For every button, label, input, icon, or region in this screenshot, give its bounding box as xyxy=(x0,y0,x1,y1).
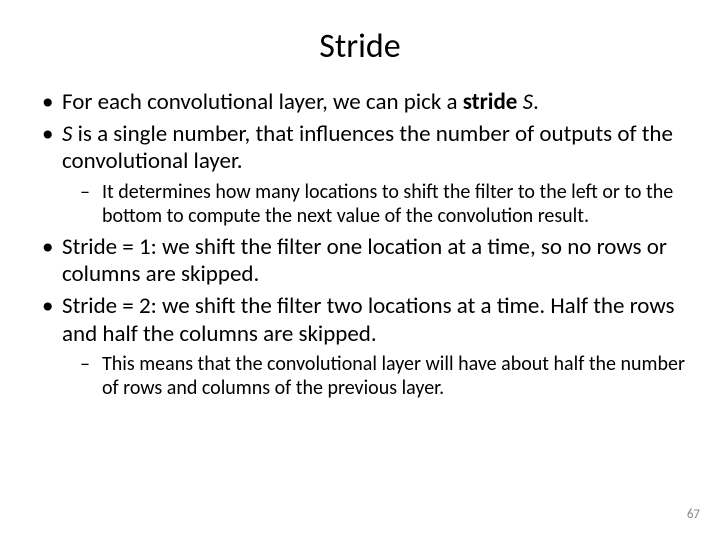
bullet-2-sub-1: It determines how many locations to shif… xyxy=(102,180,690,228)
bullet-4-sub-1: This means that the convolutional layer … xyxy=(102,352,690,400)
bullet-list: For each convolutional layer, we can pic… xyxy=(30,89,690,400)
slide-title: Stride xyxy=(30,26,690,67)
bullet-4-text: Stride = 2: we shift the filter two loca… xyxy=(62,292,675,348)
bullet-1-bold: stride xyxy=(463,88,518,116)
slide: Stride For each convolutional layer, we … xyxy=(0,0,720,540)
bullet-1: For each convolutional layer, we can pic… xyxy=(62,89,690,117)
bullet-2-text: is a single number, that influences the … xyxy=(62,120,673,176)
bullet-1-text-post: . xyxy=(533,88,539,116)
bullet-4: Stride = 2: we shift the filter two loca… xyxy=(62,293,690,400)
bullet-2-sublist: It determines how many locations to shif… xyxy=(62,180,690,228)
bullet-4-sublist: This means that the convolutional layer … xyxy=(62,352,690,400)
bullet-1-text-pre: For each convolutional layer, we can pic… xyxy=(62,88,463,116)
bullet-2-italic: S xyxy=(62,120,72,148)
page-number: 67 xyxy=(687,507,700,522)
bullet-2: S is a single number, that influences th… xyxy=(62,121,690,228)
bullet-1-italic: S xyxy=(523,88,533,116)
bullet-3: Stride = 1: we shift the filter one loca… xyxy=(62,234,690,289)
